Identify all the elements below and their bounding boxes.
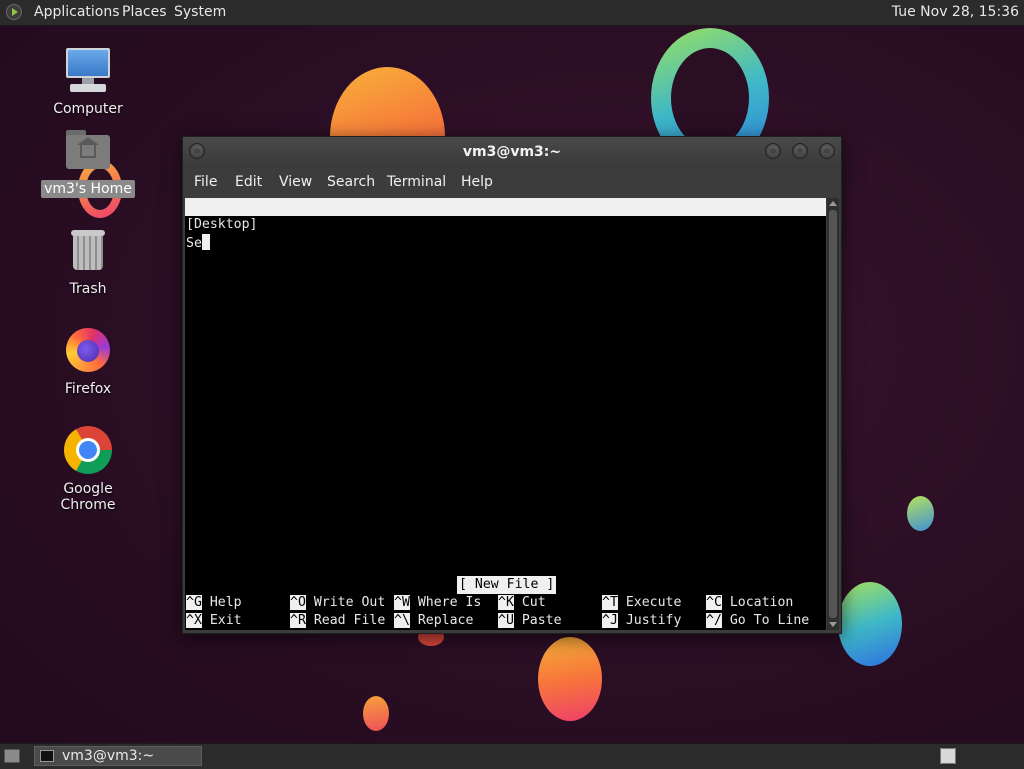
- top-panel: Applications Places System Tue Nov 28, 1…: [0, 0, 1024, 26]
- places-menu[interactable]: Places: [122, 4, 167, 20]
- maximize-button[interactable]: [792, 143, 808, 159]
- nano-filename: .dmrc: [498, 235, 538, 250]
- nano-state: Modified: [746, 253, 810, 268]
- desktop-icon-label: vm3's Home: [41, 180, 135, 198]
- wallpaper-green-blob: [838, 582, 902, 666]
- editor-line: [Desktop]: [186, 217, 258, 232]
- wallpaper-orange-blob: [538, 637, 602, 721]
- terminal-icon: [40, 750, 54, 762]
- shortcut-where-is[interactable]: ^W Where Is: [394, 594, 481, 612]
- window-title: vm3@vm3:~: [462, 144, 562, 160]
- wallpaper-orange-blob: [363, 696, 389, 731]
- menu-search[interactable]: Search: [327, 174, 375, 190]
- terminal-area[interactable]: GNU nano 7.2 .dmrc Modified [Desktop] Se…: [185, 198, 826, 630]
- desktop-icon-home[interactable]: vm3's Home: [33, 126, 143, 198]
- nano-header: GNU nano 7.2 .dmrc Modified: [185, 198, 826, 268]
- mate-logo-icon[interactable]: [6, 4, 22, 20]
- shortcut-exit[interactable]: ^X Exit: [186, 612, 242, 630]
- shortcut-cut[interactable]: ^K Cut: [498, 594, 546, 612]
- scroll-down-icon[interactable]: [829, 622, 837, 627]
- editor-line-text: Se: [186, 236, 202, 251]
- shortcut-replace[interactable]: ^\ Replace: [394, 612, 473, 630]
- desktop-icon-label: Trash: [69, 281, 107, 297]
- editor-line-current: Se: [186, 234, 210, 252]
- desktop-icon-trash[interactable]: Trash: [33, 226, 143, 298]
- desktop-icon-chrome[interactable]: Google Chrome: [33, 426, 143, 514]
- terminal-window: vm3@vm3:~ File Edit View Search Terminal…: [182, 136, 842, 634]
- clock[interactable]: Tue Nov 28, 15:36: [892, 4, 1019, 20]
- desktop-icon-label: Firefox: [64, 381, 112, 397]
- scrollbar-thumb[interactable]: [829, 210, 837, 618]
- menu-edit[interactable]: Edit: [235, 174, 262, 190]
- applications-menu[interactable]: Applications: [34, 4, 120, 20]
- window-titlebar[interactable]: vm3@vm3:~: [183, 137, 841, 167]
- close-button[interactable]: [819, 143, 835, 159]
- firefox-icon: [64, 326, 112, 374]
- desktop-icon-firefox[interactable]: Firefox: [33, 326, 143, 398]
- bottom-panel: vm3@vm3:~: [0, 743, 1024, 769]
- menu-terminal[interactable]: Terminal: [387, 174, 446, 190]
- home-folder-icon: [64, 126, 112, 174]
- taskbar-item-label: vm3@vm3:~: [62, 748, 155, 764]
- nano-status: [ New File ]: [457, 576, 557, 594]
- menu-view[interactable]: View: [279, 174, 312, 190]
- chrome-icon: [64, 426, 112, 474]
- menu-help[interactable]: Help: [461, 174, 493, 190]
- shortcut-paste[interactable]: ^U Paste: [498, 612, 562, 630]
- terminal-scrollbar[interactable]: [827, 198, 839, 630]
- desktop-icon-label: Google Chrome: [60, 481, 116, 513]
- workspace-switcher[interactable]: [940, 748, 956, 764]
- minimize-button[interactable]: [765, 143, 781, 159]
- desktop-icon-label: Computer: [53, 101, 123, 117]
- shortcut-location[interactable]: ^C Location: [706, 594, 793, 612]
- shortcut-help[interactable]: ^G Help: [186, 594, 242, 612]
- shortcut-justify[interactable]: ^J Justify: [602, 612, 681, 630]
- shortcut-read-file[interactable]: ^R Read File: [290, 612, 385, 630]
- show-desktop-icon[interactable]: [4, 749, 20, 763]
- shortcut-write-out[interactable]: ^O Write Out: [290, 594, 385, 612]
- shortcut-execute[interactable]: ^T Execute: [602, 594, 681, 612]
- menu-file[interactable]: File: [194, 174, 217, 190]
- trash-icon: [64, 226, 112, 274]
- taskbar-item-terminal[interactable]: vm3@vm3:~: [34, 746, 202, 766]
- text-cursor: [201, 234, 210, 250]
- system-menu[interactable]: System: [174, 4, 226, 20]
- desktop-icon-computer[interactable]: Computer: [33, 46, 143, 118]
- scroll-up-icon[interactable]: [829, 201, 837, 206]
- wallpaper-green-blob: [907, 496, 934, 531]
- window-menubar: File Edit View Search Terminal Help: [183, 167, 841, 197]
- shortcut-go-to-line[interactable]: ^/ Go To Line: [706, 612, 809, 630]
- computer-icon: [64, 46, 112, 94]
